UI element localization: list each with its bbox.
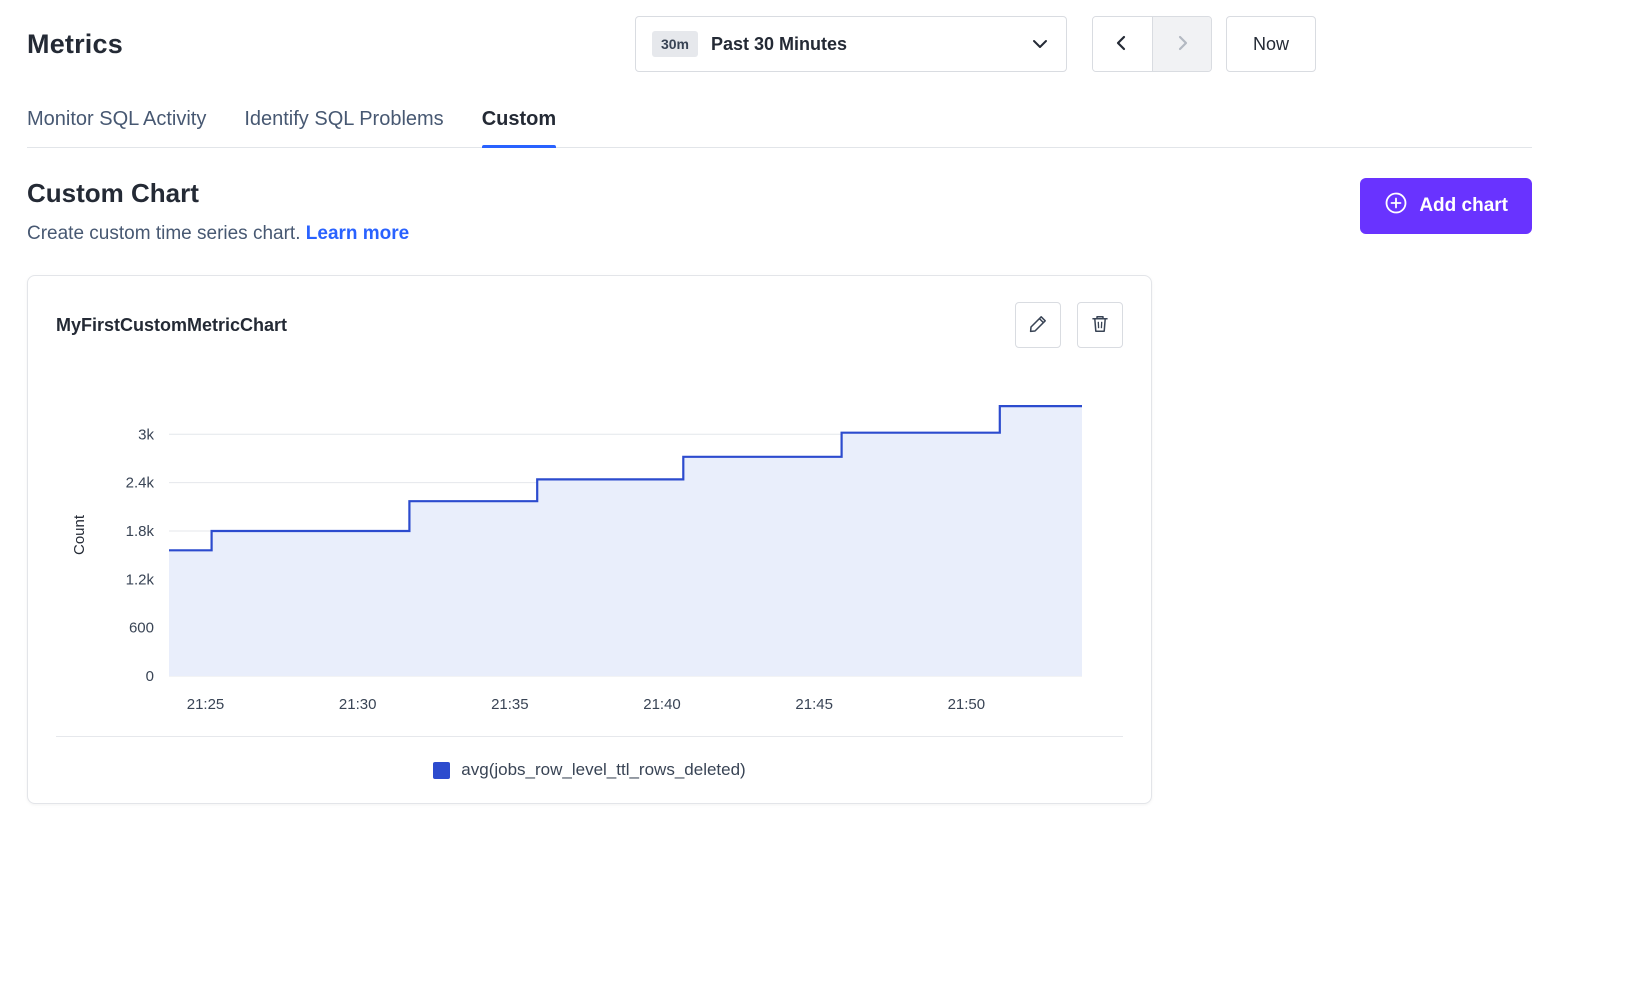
svg-text:21:50: 21:50 [948, 696, 986, 713]
plus-circle-icon [1384, 191, 1408, 221]
edit-chart-button[interactable] [1015, 302, 1061, 348]
tab-identify-sql-problems[interactable]: Identify SQL Problems [244, 108, 443, 147]
top-bar: Metrics 30m Past 30 Minutes Now [0, 0, 1650, 72]
time-controls: 30m Past 30 Minutes Now [635, 16, 1316, 72]
page-title: Metrics [27, 29, 123, 60]
next-interval-button [1152, 17, 1211, 71]
svg-text:21:40: 21:40 [643, 696, 681, 713]
learn-more-link[interactable]: Learn more [306, 223, 409, 244]
tab-custom[interactable]: Custom [482, 108, 556, 147]
custom-metric-chart-card: MyFirstCustomMetricChart 0 600 1.2k 1.8k 2.4… [27, 275, 1152, 804]
trash-icon [1090, 314, 1110, 337]
svg-text:1.8k: 1.8k [126, 523, 155, 540]
svg-text:0: 0 [146, 668, 154, 685]
svg-text:Count: Count [71, 514, 88, 555]
chart-title: MyFirstCustomMetricChart [56, 315, 287, 336]
chevron-right-icon [1172, 33, 1192, 56]
svg-text:1.2k: 1.2k [126, 571, 155, 588]
now-button[interactable]: Now [1226, 16, 1316, 72]
chevron-down-icon [1032, 39, 1048, 49]
chevron-left-icon [1112, 33, 1132, 56]
section-text: Custom Chart Create custom time series c… [27, 178, 409, 245]
chart-legend: avg(jobs_row_level_ttl_rows_deleted) [56, 737, 1123, 803]
add-chart-label: Add chart [1419, 195, 1508, 217]
delete-chart-button[interactable] [1077, 302, 1123, 348]
time-range-badge: 30m [652, 31, 698, 57]
section-description-text: Create custom time series chart. [27, 223, 300, 244]
svg-text:21:25: 21:25 [187, 696, 225, 713]
pencil-icon [1028, 314, 1048, 337]
chart-card-actions [1015, 302, 1123, 348]
svg-text:2.4k: 2.4k [126, 475, 155, 492]
time-step-buttons [1092, 16, 1212, 72]
time-range-label: Past 30 Minutes [711, 34, 847, 55]
time-range-dropdown[interactable]: 30m Past 30 Minutes [635, 16, 1067, 72]
section-description: Create custom time series chart. Learn m… [27, 223, 409, 245]
metrics-tabs: Monitor SQL Activity Identify SQL Proble… [27, 108, 1532, 148]
legend-label: avg(jobs_row_level_ttl_rows_deleted) [461, 760, 745, 780]
section-title: Custom Chart [27, 178, 409, 209]
svg-text:21:45: 21:45 [795, 696, 833, 713]
svg-text:3k: 3k [138, 426, 154, 443]
chart-card-header: MyFirstCustomMetricChart [56, 302, 1123, 348]
legend-swatch [433, 762, 450, 779]
svg-text:21:30: 21:30 [339, 696, 377, 713]
svg-text:600: 600 [129, 620, 154, 637]
chart-area: 0 600 1.2k 1.8k 2.4k 3k 21:25 21:30 21:35 21:40 21… [56, 382, 1123, 722]
prev-interval-button[interactable] [1093, 17, 1152, 71]
tab-monitor-sql-activity[interactable]: Monitor SQL Activity [27, 108, 206, 147]
custom-chart-section-header: Custom Chart Create custom time series c… [27, 178, 1532, 245]
metric-chart[interactable]: 0 600 1.2k 1.8k 2.4k 3k 21:25 21:30 21:35 21:40 21… [56, 382, 1121, 722]
svg-text:21:35: 21:35 [491, 696, 529, 713]
add-chart-button[interactable]: Add chart [1360, 178, 1532, 234]
